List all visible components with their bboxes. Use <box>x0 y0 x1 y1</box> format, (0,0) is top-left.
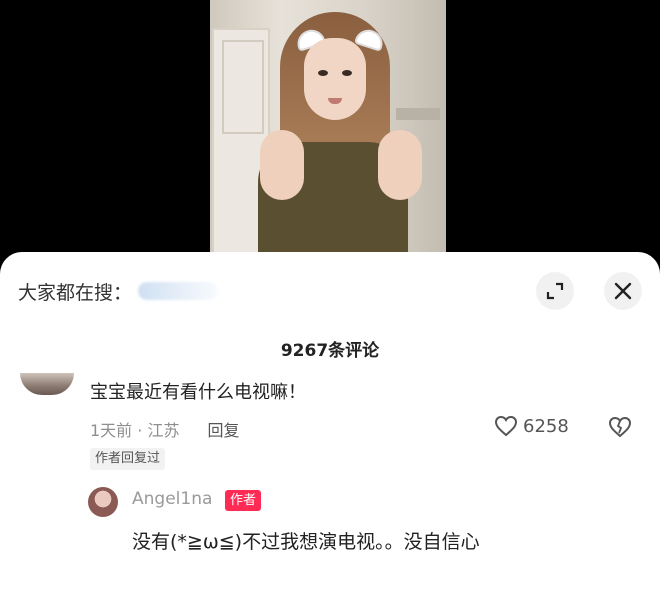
comment-count: 9267条评论 <box>280 341 380 361</box>
comment-sheet: 大家都在搜： 9267条评论 宝宝最近有看什么电视嘛！ 1天前 · 江苏 回复 … <box>0 252 660 593</box>
eye-right <box>342 70 352 76</box>
reply-avatar[interactable] <box>88 487 118 517</box>
expand-icon <box>546 282 564 300</box>
broken-heart-icon <box>608 416 632 438</box>
dislike-button[interactable] <box>608 416 632 442</box>
hand-right <box>378 130 422 200</box>
video-frame[interactable] <box>210 0 446 262</box>
heart-icon <box>494 415 518 437</box>
hand-left <box>260 130 304 200</box>
person-face <box>304 38 366 120</box>
author-badge: 作者 <box>225 490 262 511</box>
close-icon <box>614 282 632 300</box>
comment-text: 宝宝最近有看什么电视嘛！ <box>90 382 306 403</box>
comment-meta: 1天前 · 江苏 回复 <box>90 417 239 441</box>
trending-search-term-blurred[interactable] <box>138 282 219 300</box>
close-button[interactable] <box>604 272 642 310</box>
comment-time-location: 1天前 · 江苏 <box>90 421 180 440</box>
background-shelf <box>396 108 440 120</box>
like-button[interactable]: 6258 <box>494 415 569 437</box>
trending-search[interactable]: 大家都在搜： <box>18 276 219 306</box>
reply-username[interactable]: Angel1na <box>132 489 212 509</box>
author-replied-tag: 作者回复过 <box>90 448 166 470</box>
like-count: 6258 <box>523 415 569 437</box>
eye-left <box>318 70 328 76</box>
reply-button[interactable]: 回复 <box>207 417 239 441</box>
trending-search-label: 大家都在搜： <box>18 281 133 304</box>
commenter-avatar[interactable] <box>20 373 74 395</box>
mouth <box>328 98 342 104</box>
expand-button[interactable] <box>536 272 574 310</box>
video-area[interactable] <box>0 0 660 262</box>
reply-text: 没有(*≧ω≦)不过我想演电视。。没自信心 <box>132 531 480 553</box>
